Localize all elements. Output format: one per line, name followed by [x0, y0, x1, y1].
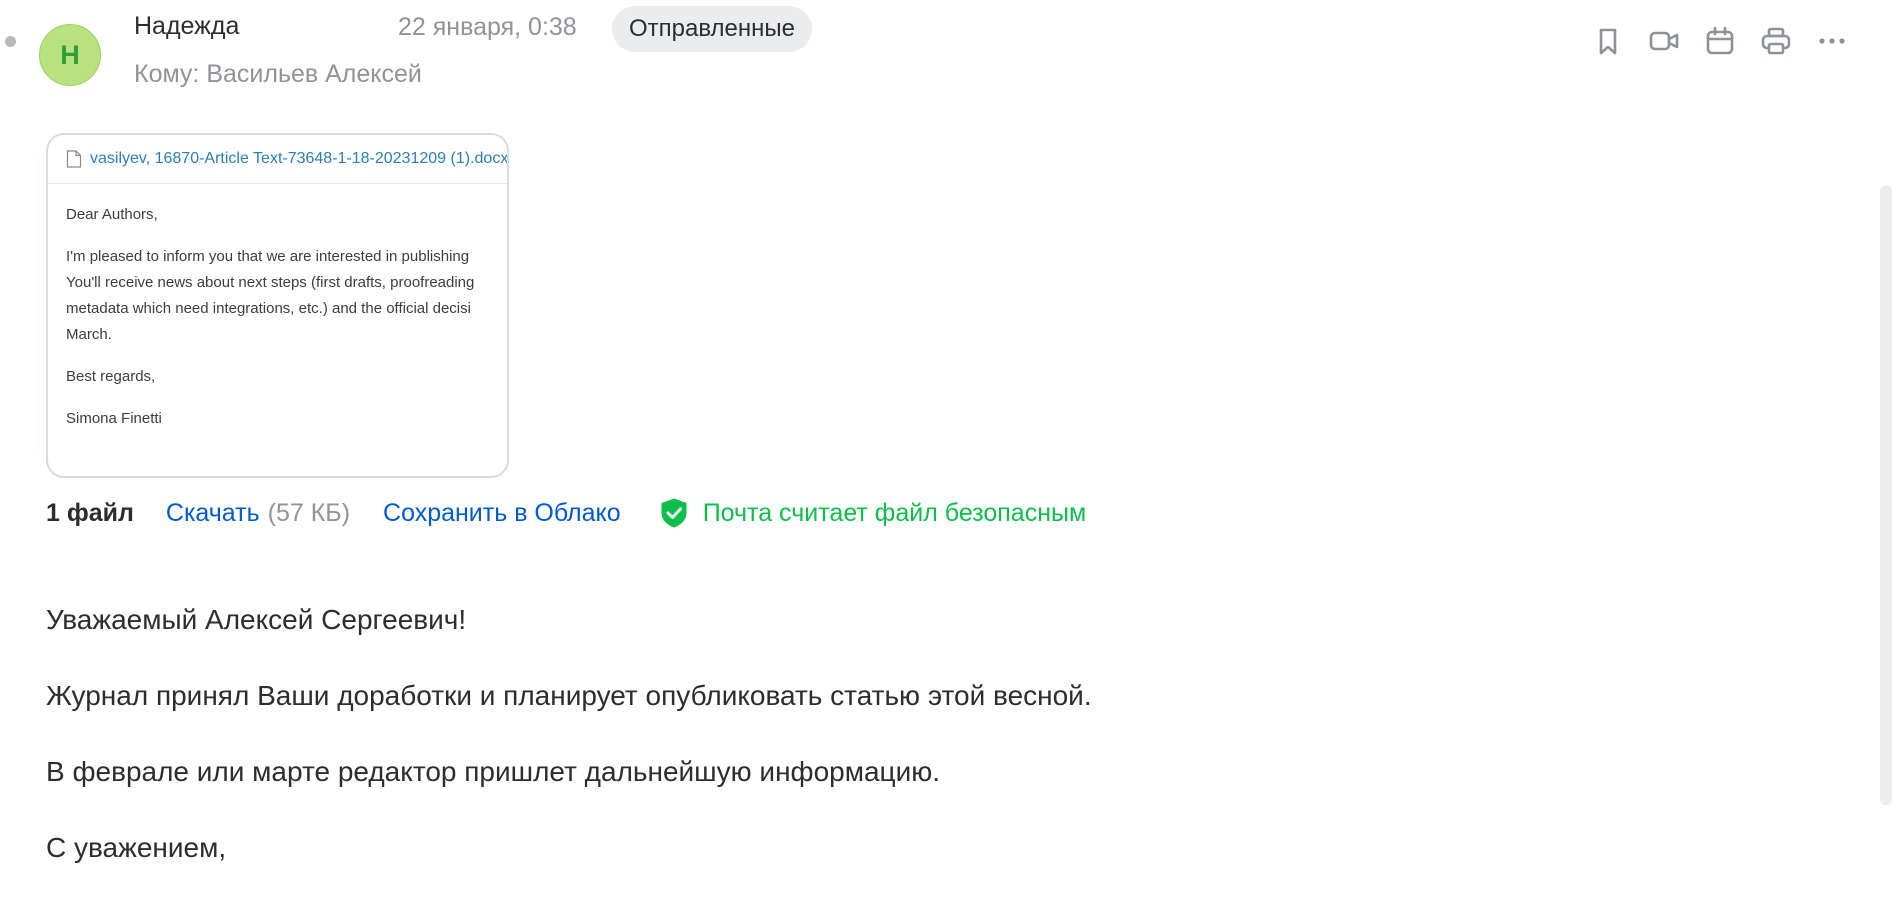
save-to-cloud-link[interactable]: Сохранить в Облако	[383, 499, 621, 528]
attachment-actions: 1 файл Скачать (57 КБ) Сохранить в Облак…	[46, 497, 1086, 529]
body-paragraph: Журнал принял Ваши доработки и планирует…	[46, 680, 1092, 711]
folder-badge[interactable]: Отправленные	[612, 6, 813, 52]
sender-name[interactable]: Надежда	[134, 12, 239, 41]
print-icon	[1761, 27, 1791, 55]
preview-line: I'm pleased to inform you that we are in…	[66, 248, 470, 265]
message-body: Уважаемый Алексей Сергеевич! Журнал прин…	[46, 598, 1092, 902]
bookmark-button[interactable]	[1588, 20, 1628, 62]
preview-line: Best regards,	[66, 368, 156, 385]
more-icon	[1819, 38, 1845, 44]
email-view: Н Надежда 22 января, 0:38 Отправленные К…	[0, 0, 1892, 915]
preview-line: March.	[66, 326, 112, 343]
file-count: 1 файл	[46, 498, 134, 527]
bookmark-icon	[1599, 28, 1617, 55]
body-paragraph: В феврале или марте редактор пришлет дал…	[46, 756, 940, 787]
avatar-initial: Н	[60, 39, 80, 70]
print-button[interactable]	[1756, 20, 1796, 62]
document-icon	[66, 150, 82, 168]
preview-line: Dear Authors,	[66, 206, 158, 223]
download-link[interactable]: Скачать	[166, 499, 260, 528]
body-paragraph: С уважением,	[46, 832, 227, 863]
preview-line: You'll receive news about next steps (fi…	[66, 274, 475, 291]
video-call-icon	[1649, 31, 1679, 51]
sent-date: 22 января, 0:38	[398, 13, 577, 41]
file-size: (57 КБ)	[267, 498, 351, 527]
attachment-file-name[interactable]: vasilyev, 16870-Article Text-73648-1-18-…	[90, 150, 507, 168]
preview-line: Simona Finetti	[66, 410, 162, 427]
video-call-button[interactable]	[1644, 20, 1684, 62]
calendar-icon	[1706, 26, 1734, 55]
calendar-button[interactable]	[1700, 20, 1740, 62]
attachment-preview-text: Dear Authors, I'm pleased to inform you …	[48, 184, 507, 458]
more-button[interactable]	[1812, 20, 1852, 62]
attachment-preview[interactable]: vasilyev, 16870-Article Text-73648-1-18-…	[46, 133, 509, 478]
safety-text: Почта считает файл безопасным	[702, 498, 1087, 527]
unread-status-dot[interactable]	[5, 36, 16, 47]
recipient-line[interactable]: Кому: Васильев Алексей	[134, 60, 422, 89]
scrollbar[interactable]	[1880, 185, 1892, 805]
preview-line: metadata which need integrations, etc.) …	[66, 300, 471, 317]
shield-check-icon	[661, 498, 687, 528]
attachment-header: vasilyev, 16870-Article Text-73648-1-18-…	[48, 135, 507, 184]
message-toolbar	[1588, 20, 1852, 62]
avatar[interactable]: Н	[39, 24, 101, 86]
body-paragraph: Уважаемый Алексей Сергеевич!	[46, 604, 467, 635]
file-safety-status: Почта считает файл безопасным	[659, 497, 1086, 529]
